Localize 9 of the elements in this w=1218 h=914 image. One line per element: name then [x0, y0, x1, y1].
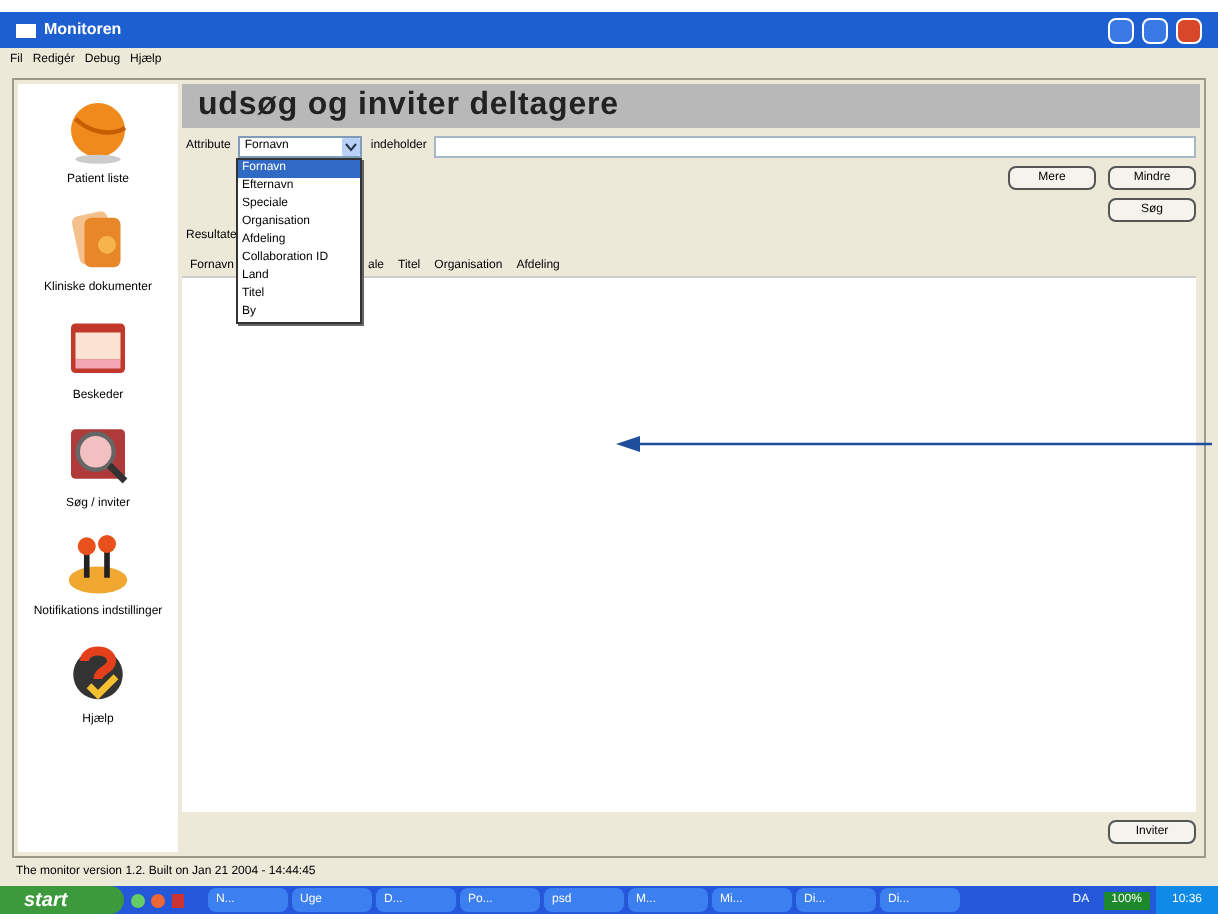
start-button[interactable]: start	[0, 886, 124, 914]
close-button[interactable]	[1176, 17, 1202, 43]
maximize-button[interactable]	[1142, 17, 1168, 43]
window-title: Monitoren	[44, 18, 122, 42]
dropdown-arrow-icon	[342, 137, 361, 155]
search-input[interactable]	[434, 135, 1196, 157]
minimize-button[interactable]	[1108, 17, 1134, 43]
app-icon	[16, 23, 36, 37]
page-heading: udsøg og inviter deltagere	[182, 84, 1200, 128]
